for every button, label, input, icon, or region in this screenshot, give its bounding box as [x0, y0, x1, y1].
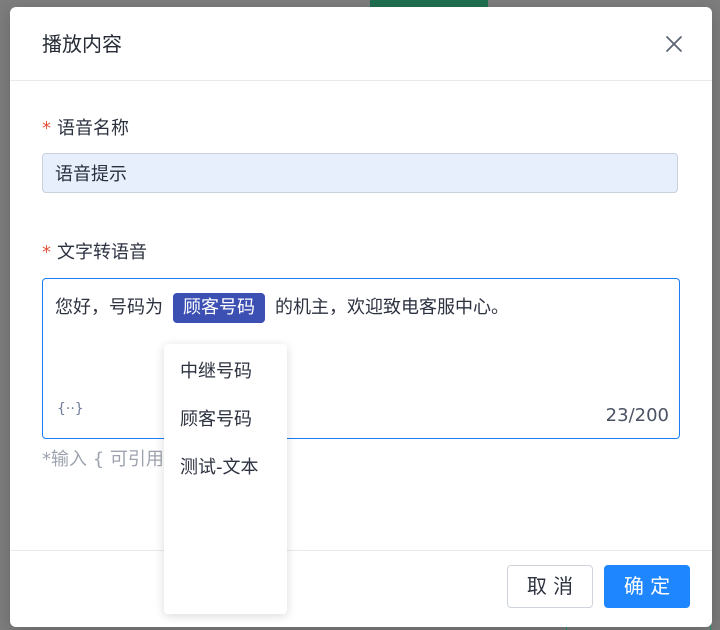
tts-label: * 文字转语音 — [42, 241, 147, 265]
dropdown-item-customer-number[interactable]: 顾客号码 — [180, 408, 252, 432]
char-counter: 23/200 — [605, 405, 669, 426]
confirm-button[interactable]: 确 定 — [604, 565, 690, 608]
play-content-dialog: 播放内容 *语音名称 *文字转语音 您好，号码为顾客号码的机主，欢迎致电客服中心… — [10, 7, 712, 627]
variable-hint: *输入 { 可引用变 — [42, 449, 182, 470]
cancel-button[interactable]: 取 消 — [507, 565, 593, 608]
voice-name-input[interactable] — [42, 153, 678, 193]
close-icon[interactable] — [662, 32, 686, 56]
dropdown-item-trunk-number[interactable]: 中继号码 — [180, 360, 252, 384]
variable-tag-chip[interactable]: 顾客号码 — [173, 293, 265, 323]
dialog-footer: 取 消 确 定 — [10, 550, 712, 627]
required-mark: * — [42, 118, 51, 139]
dialog-title: 播放内容 — [42, 32, 122, 56]
dropdown-item-test-text[interactable]: 测试-文本 — [180, 456, 259, 480]
tts-text-after: 的机主，欢迎致电客服中心。 — [275, 297, 509, 318]
voice-name-label-text: 语音名称 — [57, 118, 129, 139]
insert-variable-icon[interactable]: {··} — [57, 401, 84, 417]
required-mark: * — [42, 242, 51, 263]
tts-text-before: 您好，号码为 — [55, 297, 163, 318]
tts-text-area[interactable]: 您好，号码为 顾客号码 的机主，欢迎致电客服中心。 {··} 23/200 — [42, 278, 680, 439]
tts-content: 您好，号码为 顾客号码 的机主，欢迎致电客服中心。 — [55, 293, 509, 323]
variable-dropdown: 中继号码 顾客号码 测试-文本 — [164, 344, 287, 614]
dialog-header: 播放内容 — [10, 7, 712, 81]
voice-name-label: * 语音名称 — [42, 117, 129, 141]
tts-label-text: 文字转语音 — [57, 242, 147, 263]
